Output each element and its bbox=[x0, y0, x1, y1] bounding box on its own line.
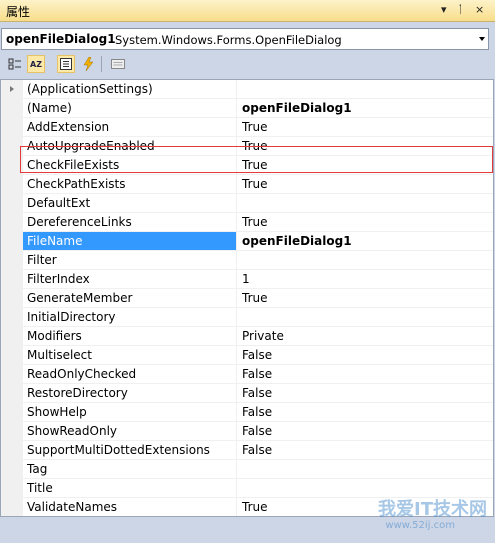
expand-arrow-icon[interactable] bbox=[10, 86, 14, 92]
categorized-icon bbox=[8, 58, 21, 70]
property-value[interactable]: True bbox=[242, 118, 268, 136]
property-row[interactable]: (Name) openFileDialog1 bbox=[23, 99, 493, 118]
property-name: Tag bbox=[23, 460, 237, 478]
property-row[interactable]: ShowHelp False bbox=[23, 403, 493, 422]
alphabetical-button[interactable]: AZ bbox=[27, 55, 45, 73]
property-value[interactable]: False bbox=[242, 346, 272, 364]
property-name: RestoreDirectory bbox=[23, 384, 237, 402]
property-name: Multiselect bbox=[23, 346, 237, 364]
property-row-selected[interactable]: FileName openFileDialog1 bbox=[23, 232, 493, 251]
property-row[interactable]: CheckPathExists True bbox=[23, 175, 493, 194]
property-grid: (ApplicationSettings) (Name) openFileDial… bbox=[0, 79, 494, 517]
property-row[interactable]: Tag bbox=[23, 460, 493, 479]
object-type: System.Windows.Forms.OpenFileDialog bbox=[115, 33, 342, 47]
property-value[interactable]: False bbox=[242, 403, 272, 421]
property-row[interactable]: AddExtension True bbox=[23, 118, 493, 137]
dropdown-icon[interactable]: ▾ bbox=[441, 3, 447, 16]
watermark-url: www.52ij.com bbox=[385, 520, 455, 531]
property-name: ShowReadOnly bbox=[23, 422, 237, 440]
property-row[interactable]: GenerateMember True bbox=[23, 289, 493, 308]
grid-margin bbox=[1, 80, 23, 516]
property-name: Filter bbox=[23, 251, 237, 269]
property-name: ValidateNames bbox=[23, 498, 237, 516]
property-value[interactable]: True bbox=[242, 137, 268, 155]
property-value[interactable]: True bbox=[242, 498, 268, 516]
property-value[interactable]: Private bbox=[242, 327, 284, 345]
property-value[interactable]: 1 bbox=[242, 270, 250, 288]
close-icon[interactable]: × bbox=[475, 3, 484, 16]
properties-button[interactable] bbox=[57, 55, 75, 73]
property-row[interactable]: RestoreDirectory False bbox=[23, 384, 493, 403]
property-row[interactable]: Modifiers Private bbox=[23, 327, 493, 346]
property-value[interactable]: openFileDialog1 bbox=[242, 99, 352, 117]
events-icon bbox=[83, 57, 94, 71]
property-value[interactable]: True bbox=[242, 289, 268, 307]
events-button[interactable] bbox=[79, 55, 97, 73]
property-row[interactable]: ShowReadOnly False bbox=[23, 422, 493, 441]
property-pages-icon bbox=[111, 59, 125, 69]
property-name: ShowHelp bbox=[23, 403, 237, 421]
property-row[interactable]: DereferenceLinks True bbox=[23, 213, 493, 232]
watermark-logo: 我爱IT技术网 bbox=[378, 499, 487, 520]
properties-icon bbox=[60, 58, 72, 70]
property-name: GenerateMember bbox=[23, 289, 237, 307]
property-value[interactable]: False bbox=[242, 384, 272, 402]
property-row[interactable]: Multiselect False bbox=[23, 346, 493, 365]
window-title-bar: 属性 ▾ ᛙ × bbox=[0, 0, 495, 22]
property-row[interactable]: AutoUpgradeEnabled True bbox=[23, 137, 493, 156]
categorized-button[interactable] bbox=[6, 55, 24, 73]
toolbar-separator bbox=[101, 56, 102, 72]
property-name: InitialDirectory bbox=[23, 308, 237, 326]
property-row[interactable]: SupportMultiDottedExtensions False bbox=[23, 441, 493, 460]
property-value[interactable]: True bbox=[242, 175, 268, 193]
property-name: ReadOnlyChecked bbox=[23, 365, 237, 383]
property-value[interactable]: openFileDialog1 bbox=[242, 232, 352, 250]
object-name: openFileDialog1 bbox=[6, 32, 116, 46]
property-name: (ApplicationSettings) bbox=[23, 80, 237, 98]
property-value[interactable]: True bbox=[242, 156, 268, 174]
object-selector[interactable]: openFileDialog1 System.Windows.Forms.Ope… bbox=[1, 28, 489, 50]
property-name: CheckPathExists bbox=[23, 175, 237, 193]
property-name: AddExtension bbox=[23, 118, 237, 136]
chevron-down-icon[interactable] bbox=[479, 37, 485, 41]
property-toolbar: AZ bbox=[0, 52, 495, 76]
property-name: FilterIndex bbox=[23, 270, 237, 288]
property-name: SupportMultiDottedExtensions bbox=[23, 441, 237, 459]
property-row[interactable]: (ApplicationSettings) bbox=[23, 80, 493, 99]
alphabetical-icon: AZ bbox=[30, 59, 42, 69]
property-value[interactable]: False bbox=[242, 422, 272, 440]
property-pages-button[interactable] bbox=[109, 55, 127, 73]
property-row[interactable]: DefaultExt bbox=[23, 194, 493, 213]
property-value[interactable]: False bbox=[242, 365, 272, 383]
property-name: Title bbox=[23, 479, 237, 497]
property-name: FileName bbox=[23, 232, 237, 250]
property-row[interactable]: FilterIndex 1 bbox=[23, 270, 493, 289]
property-value[interactable]: False bbox=[242, 441, 272, 459]
property-name: DereferenceLinks bbox=[23, 213, 237, 231]
property-name: Modifiers bbox=[23, 327, 237, 345]
property-row[interactable]: Filter bbox=[23, 251, 493, 270]
property-row[interactable]: CheckFileExists True bbox=[23, 156, 493, 175]
property-row[interactable]: ReadOnlyChecked False bbox=[23, 365, 493, 384]
property-name: (Name) bbox=[23, 99, 237, 117]
property-row[interactable]: InitialDirectory bbox=[23, 308, 493, 327]
pin-icon[interactable]: ᛙ bbox=[457, 3, 464, 16]
window-title: 属性 bbox=[6, 5, 31, 19]
property-name: AutoUpgradeEnabled bbox=[23, 137, 237, 155]
property-name: CheckFileExists bbox=[23, 156, 237, 174]
property-value[interactable]: True bbox=[242, 213, 268, 231]
property-name: DefaultExt bbox=[23, 194, 237, 212]
